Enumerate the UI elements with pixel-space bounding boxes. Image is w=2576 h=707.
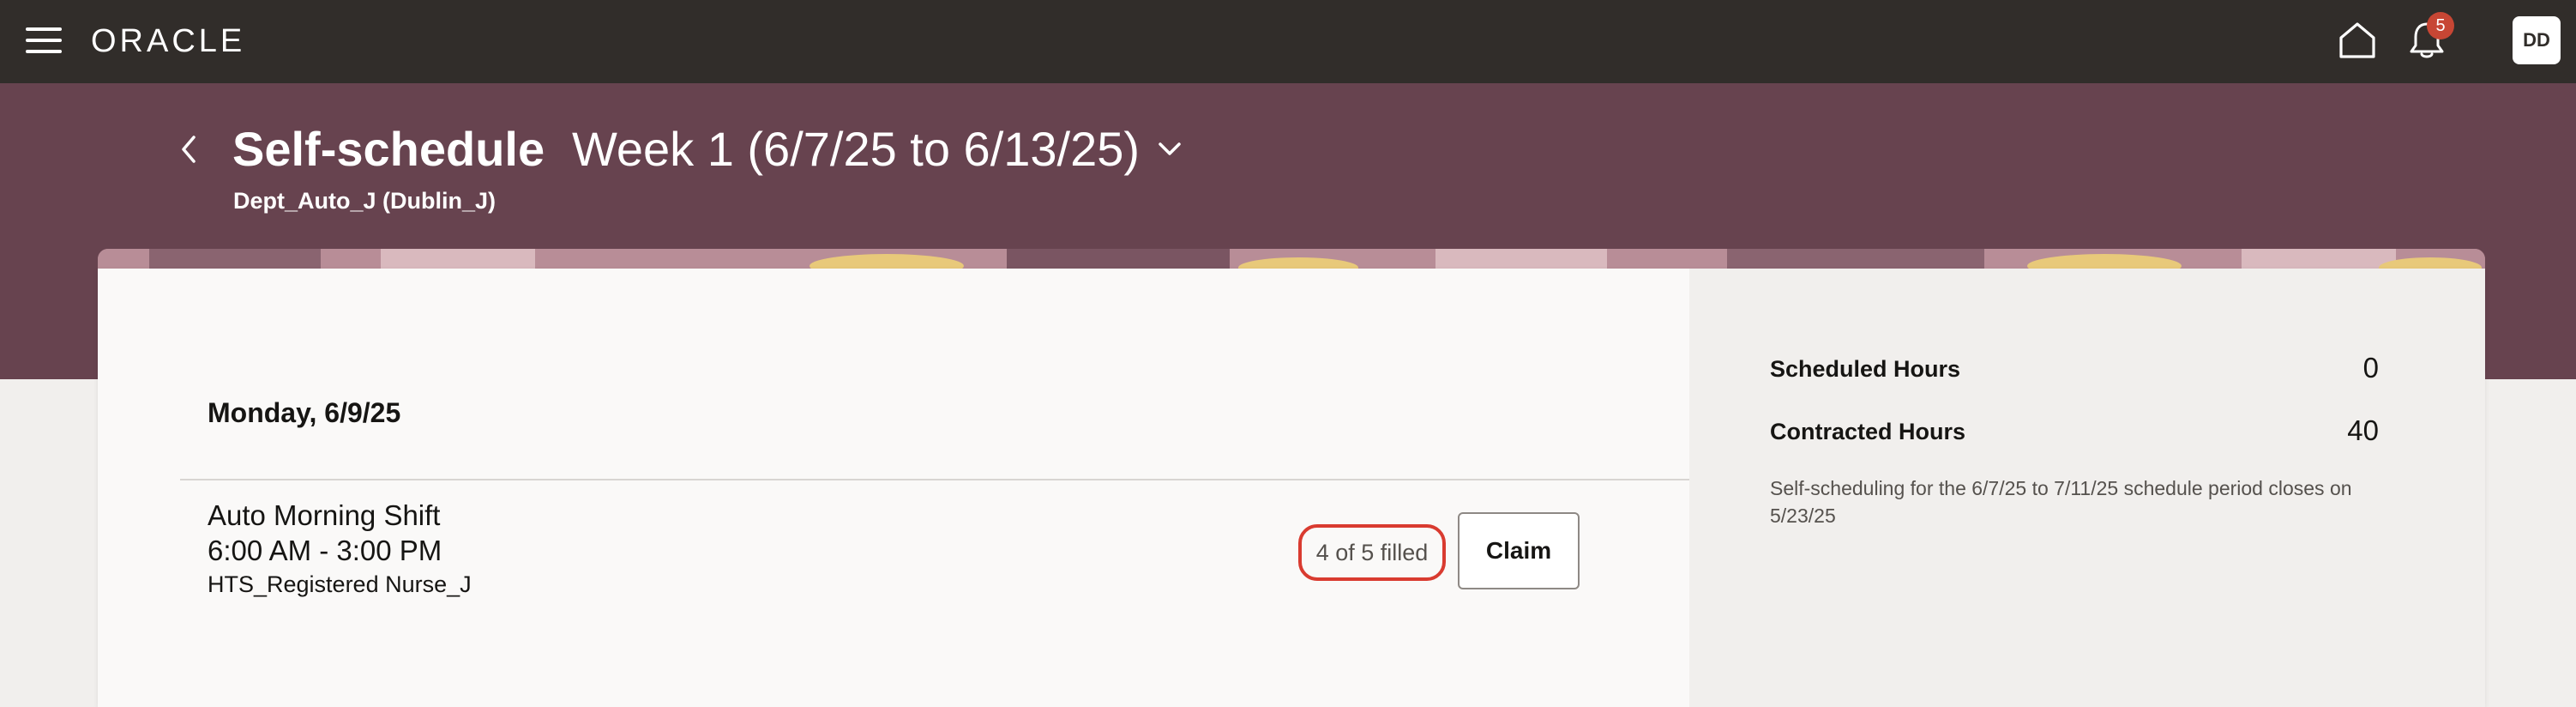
week-selector-dropdown[interactable]: Week 1 (6/7/25 to 6/13/25) xyxy=(572,120,1183,178)
shift-time: 6:00 AM - 3:00 PM xyxy=(208,535,442,566)
department-subtitle: Dept_Auto_J (Dublin_J) xyxy=(233,188,497,214)
shift-name: Auto Morning Shift xyxy=(208,499,441,531)
day-heading: Monday, 6/9/25 xyxy=(208,397,401,428)
top-navigation-bar: ORACLE 5 DD xyxy=(0,0,2576,83)
chevron-down-icon xyxy=(1159,142,1181,155)
contracted-hours-label: Contracted Hours xyxy=(1770,419,1966,444)
shift-role: HTS_Registered Nurse_J xyxy=(208,571,472,597)
schedule-period-note: Self-scheduling for the 6/7/25 to 7/11/2… xyxy=(1770,477,2352,527)
notification-count-badge: 5 xyxy=(2427,12,2454,39)
decorative-banner xyxy=(98,249,2485,269)
scheduled-hours-label: Scheduled Hours xyxy=(1770,356,1961,382)
contracted-hours-value: 40 xyxy=(2347,414,2379,446)
claim-button[interactable]: Claim xyxy=(1458,512,1580,589)
menu-icon[interactable] xyxy=(26,26,63,57)
back-chevron-icon[interactable] xyxy=(173,129,204,170)
page-title: Self-schedule xyxy=(232,122,545,176)
oracle-logo: ORACLE xyxy=(91,23,246,59)
hours-summary-panel: Scheduled Hours 0 Contracted Hours 40 Se… xyxy=(1689,269,2485,707)
schedule-card: Monday, 6/9/25 Auto Morning Shift 6:00 A… xyxy=(98,269,2485,707)
filled-status-badge: 4 of 5 filled xyxy=(1298,524,1446,581)
week-selector-label: Week 1 (6/7/25 to 6/13/25) xyxy=(572,122,1141,176)
home-icon[interactable] xyxy=(2338,21,2377,60)
user-avatar[interactable]: DD xyxy=(2513,16,2561,64)
divider xyxy=(180,479,1691,480)
scheduled-hours-value: 0 xyxy=(2362,352,2379,384)
